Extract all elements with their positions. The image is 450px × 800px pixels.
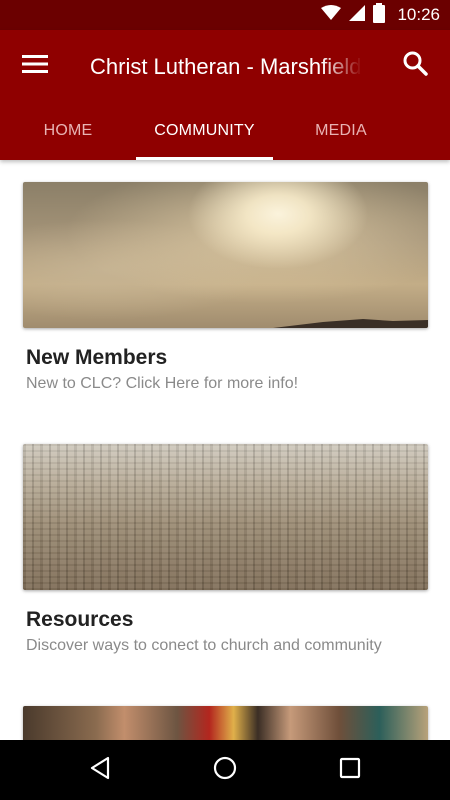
content-list[interactable]: New Members New to CLC? Click Here for m… — [0, 160, 450, 740]
card-subtitle: Discover ways to conect to church and co… — [26, 637, 382, 654]
battery-icon — [373, 2, 386, 28]
menu-button[interactable] — [20, 52, 50, 80]
back-triangle-icon — [89, 756, 111, 785]
recents-square-icon — [339, 757, 361, 784]
home-button[interactable] — [210, 755, 240, 785]
card-title: Resources — [26, 608, 134, 631]
people-photo-image — [23, 706, 428, 740]
status-time: 10:26 — [397, 5, 440, 24]
system-nav-bar — [0, 740, 450, 800]
wifi-icon — [321, 4, 342, 26]
tab-home[interactable]: HOME — [0, 102, 136, 160]
status-bar: 10:26 — [0, 0, 450, 30]
back-button[interactable] — [85, 755, 115, 785]
card-new-members[interactable]: New Members New to CLC? Click Here for m… — [23, 182, 428, 394]
app-bar: Christ Lutheran - Marshfield HOME COMMUN… — [0, 30, 450, 160]
status-icons: 10:26 — [321, 0, 440, 30]
card-title: New Members — [26, 346, 168, 369]
sky-clouds-image — [23, 182, 428, 328]
search-button[interactable] — [400, 50, 430, 80]
card-partial[interactable] — [23, 706, 428, 740]
tab-community[interactable]: COMMUNITY — [136, 102, 273, 160]
app-title: Christ Lutheran - Marshfield — [90, 54, 362, 79]
search-icon — [402, 50, 428, 81]
city-skyline-image — [23, 444, 428, 590]
hamburger-menu-icon — [22, 54, 48, 79]
card-subtitle: New to CLC? Click Here for more info! — [26, 375, 299, 392]
tab-media[interactable]: MEDIA — [273, 102, 409, 160]
recents-button[interactable] — [335, 755, 365, 785]
cellular-signal-icon — [349, 4, 366, 26]
home-circle-icon — [213, 756, 237, 785]
card-resources[interactable]: Resources Discover ways to conect to chu… — [23, 444, 428, 656]
tab-bar: HOME COMMUNITY MEDIA — [0, 102, 450, 160]
